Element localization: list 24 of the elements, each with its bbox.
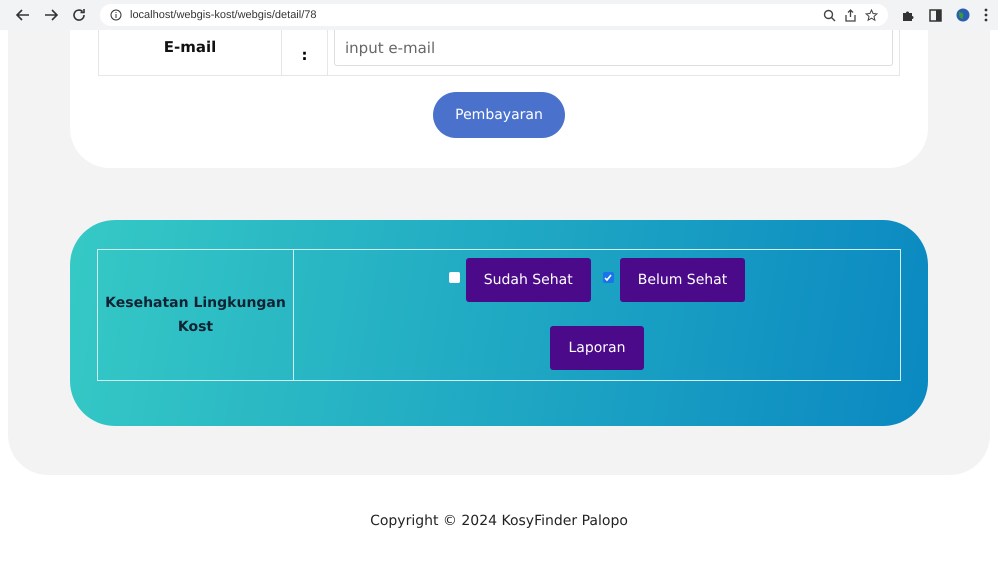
forward-icon[interactable] bbox=[44, 8, 58, 22]
back-icon[interactable] bbox=[16, 8, 30, 22]
address-bar[interactable]: localhost/webgis-kost/webgis/detail/78 bbox=[100, 4, 888, 26]
globe-icon[interactable] bbox=[956, 8, 970, 22]
email-field[interactable]: input e-mail bbox=[334, 30, 893, 66]
info-icon bbox=[110, 9, 122, 21]
share-icon[interactable] bbox=[844, 8, 857, 22]
copyright-text: Copyright © 2024 KosyFinder Palopo bbox=[369, 513, 629, 529]
report-button[interactable]: Laporan bbox=[550, 326, 644, 370]
payment-button[interactable]: Pembayaran bbox=[433, 92, 565, 138]
option-button[interactable]: Belum Sehat bbox=[620, 258, 746, 302]
url-text: localhost/webgis-kost/webgis/detail/78 bbox=[130, 9, 316, 21]
checkbox[interactable] bbox=[602, 272, 614, 283]
colon-text: : bbox=[302, 46, 308, 64]
sidebar-icon[interactable] bbox=[929, 8, 942, 22]
field-label: E-mail bbox=[99, 30, 282, 75]
reload-icon[interactable] bbox=[72, 8, 86, 22]
option-button[interactable]: Sudah Sehat bbox=[466, 258, 591, 302]
star-icon[interactable] bbox=[865, 8, 878, 22]
puzzle-icon[interactable] bbox=[902, 8, 915, 22]
zoom-icon[interactable] bbox=[823, 8, 836, 22]
health-label: Kesehatan Lingkungan Kost bbox=[104, 294, 287, 337]
menu-icon[interactable] bbox=[984, 8, 988, 22]
checkbox[interactable] bbox=[448, 272, 460, 283]
